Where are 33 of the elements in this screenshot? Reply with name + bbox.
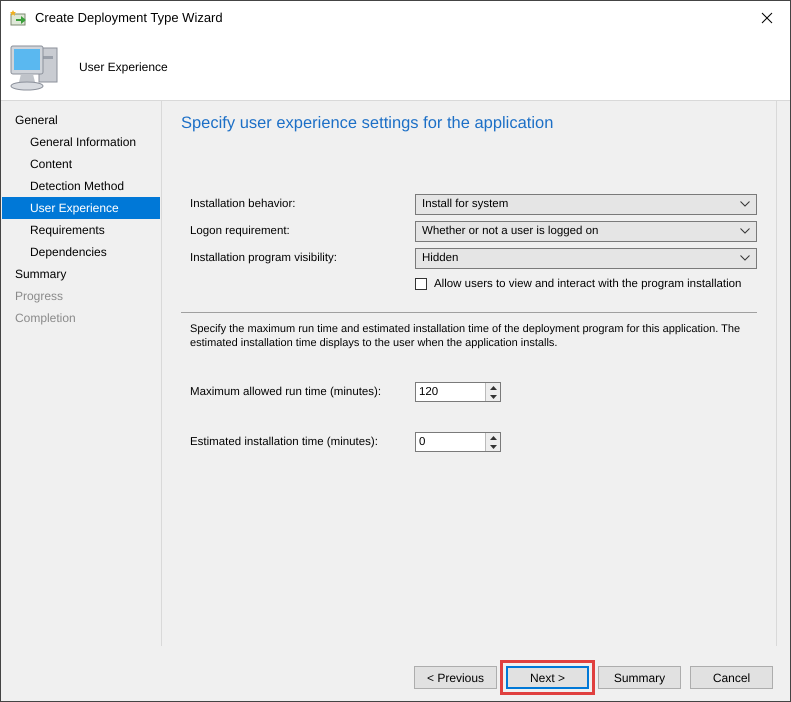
- nav-item[interactable]: Content: [2, 153, 160, 175]
- wizard-icon: [10, 10, 28, 26]
- field-label: Logon requirement:: [190, 225, 291, 237]
- dropdown[interactable]: Whether or not a user is logged on: [415, 220, 757, 242]
- field-label: Maximum allowed run time (minutes):: [190, 386, 382, 398]
- checkbox[interactable]: [415, 278, 427, 290]
- field-label: Estimated installation time (minutes):: [190, 436, 379, 448]
- chevron-down-icon: [740, 228, 750, 234]
- close-icon[interactable]: [761, 12, 773, 24]
- description-text: Specify the maximum run time and estimated installation time of the deployment program for this application. The estimated installation time displays to the user when the application installs.: [190, 322, 742, 350]
- number-spinner[interactable]: 120: [415, 382, 501, 402]
- nav-item[interactable]: Summary: [2, 263, 160, 285]
- page-title: User Experience: [79, 60, 168, 74]
- wizard-button[interactable]: Next >: [506, 666, 589, 689]
- field-label: Installation behavior:: [190, 198, 296, 210]
- nav-item[interactable]: Dependencies: [2, 241, 160, 263]
- nav-item[interactable]: Detection Method: [2, 175, 160, 197]
- section-heading: Specify user experience settings for the application: [181, 114, 554, 133]
- wizard-button[interactable]: Summary: [598, 666, 681, 689]
- nav-item[interactable]: General: [2, 109, 160, 131]
- wizard-button[interactable]: < Previous: [414, 666, 497, 689]
- wizard-button[interactable]: Cancel: [690, 666, 773, 689]
- number-spinner[interactable]: 0: [415, 432, 501, 452]
- chevron-down-icon: [740, 255, 750, 261]
- nav-item[interactable]: User Experience: [2, 197, 160, 219]
- dropdown[interactable]: Install for system: [415, 194, 757, 214]
- chevron-down-icon: [740, 201, 750, 207]
- field-label: Installation program visibility:: [190, 252, 338, 264]
- dropdown[interactable]: Hidden: [415, 248, 757, 268]
- checkbox-label: Allow users to view and interact with the program installation: [434, 278, 742, 290]
- nav-item[interactable]: General Information: [2, 131, 160, 153]
- nav-item[interactable]: Requirements: [2, 219, 160, 241]
- window-title: Create Deployment Type Wizard: [35, 10, 224, 25]
